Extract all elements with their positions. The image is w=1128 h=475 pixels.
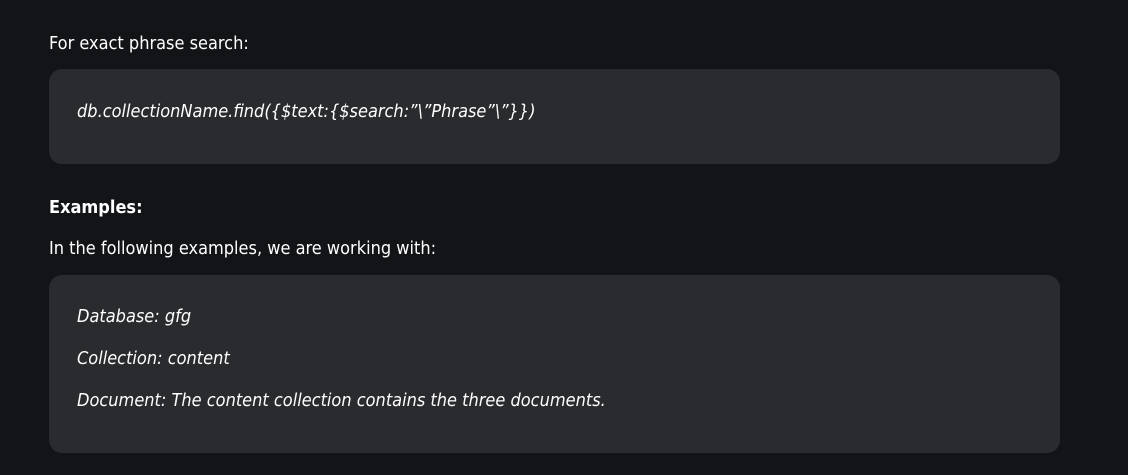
exact-phrase-code: db.collectionName.find({$text:{$search:”… xyxy=(77,101,536,122)
collection-line: Collection: content xyxy=(77,348,230,369)
examples-heading: Examples: xyxy=(49,197,143,218)
exact-phrase-label: For exact phrase search: xyxy=(49,33,249,54)
document-line: Document: The content collection contain… xyxy=(77,390,606,411)
examples-info-box: Database: gfg Collection: content Docume… xyxy=(49,275,1060,453)
exact-phrase-code-box: db.collectionName.find({$text:{$search:”… xyxy=(49,69,1060,164)
examples-intro: In the following examples, we are workin… xyxy=(49,238,437,259)
database-line: Database: gfg xyxy=(77,306,192,327)
